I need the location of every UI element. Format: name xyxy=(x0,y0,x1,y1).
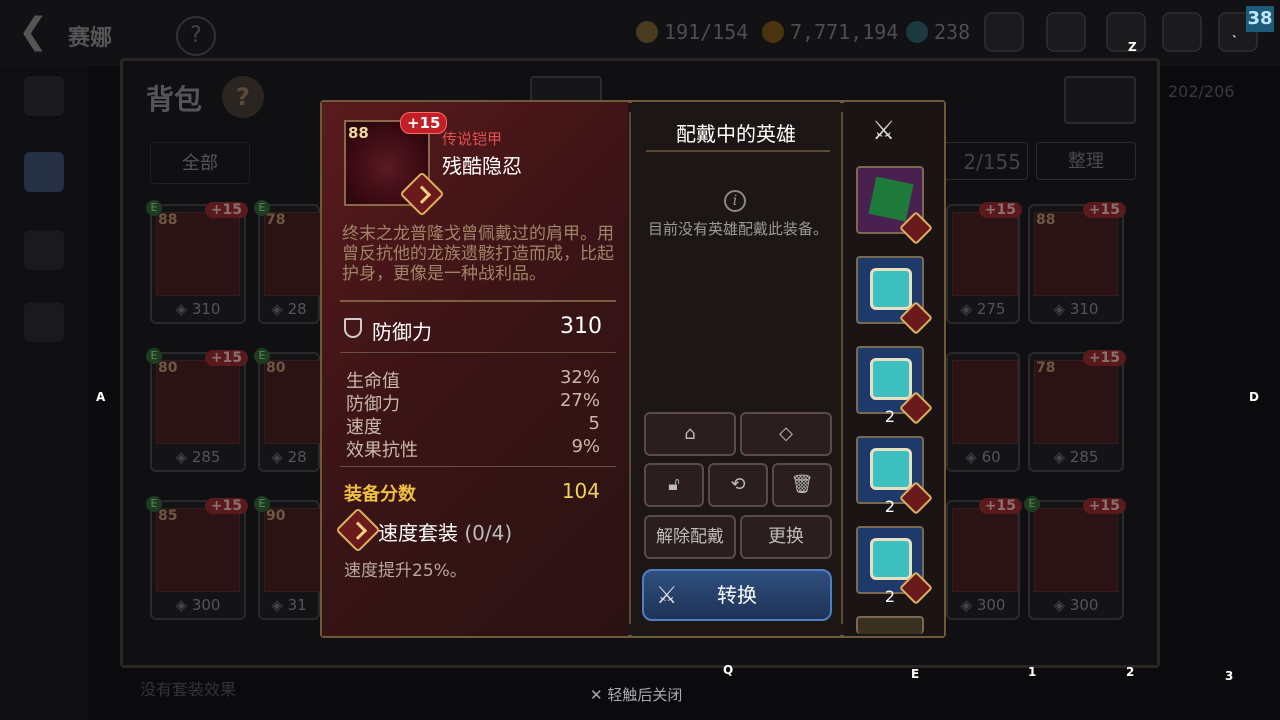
battle-icon[interactable] xyxy=(984,12,1024,52)
hotkey-label: E xyxy=(911,667,920,681)
material-slot[interactable]: 2 xyxy=(856,526,933,606)
material-slot[interactable]: 2 xyxy=(856,346,933,426)
inventory-card[interactable]: +15300 xyxy=(946,498,1022,620)
shield-icon xyxy=(344,318,362,338)
sidebar-scroll-icon[interactable] xyxy=(24,302,64,342)
hotkey-label: D xyxy=(1249,390,1259,404)
item-rarity: 传说铠甲 xyxy=(442,130,503,148)
no-hero-message: 目前没有英雄配戴此装备。 xyxy=(648,220,829,238)
inventory-help-button[interactable]: ? xyxy=(222,76,264,118)
stamina-icon xyxy=(636,21,658,43)
delete-button[interactable]: 🗑︎ xyxy=(772,463,832,507)
trash-icon: 🗑︎ xyxy=(790,474,814,495)
sidebar-book-icon[interactable] xyxy=(24,230,64,270)
hotkey-label: Z xyxy=(1128,40,1137,54)
inventory-card[interactable]: 88+15E310 xyxy=(146,200,248,324)
notification-badge: 38 xyxy=(1246,6,1274,32)
back-arrow-icon[interactable]: ❮ xyxy=(18,14,48,50)
divider xyxy=(340,300,616,302)
gear-score-label: 装备分数 xyxy=(344,484,416,505)
lock-button[interactable]: 🔓︎ xyxy=(644,463,704,507)
divider xyxy=(646,150,830,152)
shop-icon[interactable] xyxy=(1046,12,1086,52)
tab-storage[interactable] xyxy=(1064,76,1136,124)
enhance-badge: +15 xyxy=(400,112,448,134)
hotkey-label: 3 xyxy=(1225,669,1234,683)
main-stat-label: 防御力 xyxy=(372,320,432,344)
equipped-title: 配戴中的英雄 xyxy=(676,122,796,146)
capacity-label: 202/206 xyxy=(1168,82,1235,101)
inventory-card[interactable]: 88+15310 xyxy=(1028,202,1126,324)
main-stat-value: 310 xyxy=(560,314,602,339)
sort-button[interactable]: 整理 xyxy=(1036,142,1136,180)
item-name: 残酷隐忍 xyxy=(442,154,522,178)
hotkey-label: A xyxy=(96,390,106,404)
divider xyxy=(340,352,616,353)
stamina-resource: 191/154 xyxy=(636,20,748,44)
inventory-card[interactable]: 85+15E300 xyxy=(146,496,248,620)
convert-icon: ⚔ xyxy=(656,581,678,609)
convert-icon: ⚔ xyxy=(872,116,896,146)
set-effect: 速度提升25%。 xyxy=(344,561,467,581)
share-icon: ⟲ xyxy=(730,474,746,495)
set-name: 速度套装 (0/4) xyxy=(378,521,513,545)
convert-button[interactable]: ⚔ 转换 xyxy=(642,569,832,621)
close-hint[interactable]: ✕ 轻触后关闭 xyxy=(590,684,682,705)
unequip-button[interactable]: 解除配戴 xyxy=(644,515,736,559)
material-slot[interactable]: 2 xyxy=(856,436,933,516)
gear-score-value: 104 xyxy=(561,479,600,503)
crystal-icon xyxy=(906,21,928,43)
inventory-card[interactable]: +15275 xyxy=(946,202,1022,324)
cube-icon: ◇ xyxy=(779,423,793,444)
info-icon: i xyxy=(724,190,746,212)
inventory-card[interactable]: 78E28 xyxy=(254,200,322,324)
inventory-card[interactable]: 60 xyxy=(946,352,1020,472)
inventory-card[interactable]: 78+15285 xyxy=(1028,350,1126,472)
hotkey-label: ` xyxy=(1232,34,1238,48)
rune-icon xyxy=(870,448,912,490)
mail-icon[interactable] xyxy=(1106,12,1146,52)
gem-icon xyxy=(868,176,914,222)
share-button[interactable]: ⟲ xyxy=(708,463,768,507)
sidebar-equipment-icon[interactable] xyxy=(24,152,64,192)
inventory-title: 背包 xyxy=(146,83,203,116)
storage-icon: ⌂ xyxy=(684,423,696,444)
unlock-icon: 🔓︎ xyxy=(668,474,680,495)
divider xyxy=(340,466,616,467)
material-slot[interactable] xyxy=(856,616,924,634)
item-description: 终末之龙普隆戈曾佩戴过的肩甲。用曾反抗他的龙族遗骸打造而成，比起护身，更像是一种… xyxy=(342,224,614,284)
extract-button[interactable]: ◇ xyxy=(740,412,832,456)
divider xyxy=(841,112,843,624)
chat-icon[interactable] xyxy=(1162,12,1202,52)
inventory-card[interactable]: +15E300 xyxy=(1024,496,1126,620)
material-slot[interactable] xyxy=(856,256,933,335)
inventory-count: 2/155 xyxy=(940,142,1028,180)
rune-icon xyxy=(870,268,912,310)
rune-icon xyxy=(870,358,912,400)
set-hint: 没有套装效果 xyxy=(140,680,237,699)
sidebar-hero-icon[interactable] xyxy=(24,76,64,116)
rune-icon xyxy=(870,538,912,580)
storage-button[interactable]: ⌂ xyxy=(644,412,736,456)
crystal-resource: 238 xyxy=(906,20,970,44)
inventory-card[interactable]: 80+15E285 xyxy=(146,348,248,472)
filter-all[interactable]: 全部 xyxy=(150,142,250,184)
inventory-card[interactable]: 80E28 xyxy=(254,348,322,472)
substat-row: 效果抗性 9% xyxy=(346,436,600,461)
hotkey-label: Q xyxy=(723,663,734,677)
help-button[interactable]: ? xyxy=(176,16,216,56)
close-icon: ✕ xyxy=(590,686,608,704)
divider xyxy=(629,112,631,624)
item-level: 88 xyxy=(348,124,369,142)
replace-button[interactable]: 更换 xyxy=(740,515,832,559)
hotkey-label: 1 xyxy=(1028,665,1037,679)
material-slot[interactable] xyxy=(856,166,933,245)
hotkey-label: 2 xyxy=(1126,665,1135,679)
gold-icon xyxy=(762,21,784,43)
gold-resource: 7,771,194 xyxy=(762,20,898,44)
page-title: 赛娜 xyxy=(68,26,113,51)
inventory-card[interactable]: 90E31 xyxy=(254,496,322,620)
